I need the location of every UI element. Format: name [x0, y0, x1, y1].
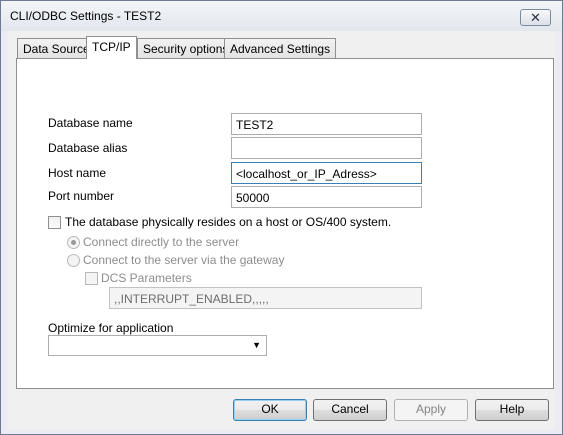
database-alias-field[interactable] [231, 137, 422, 159]
optimize-label: Optimize for application [48, 321, 174, 335]
connect-direct-radio[interactable] [67, 236, 80, 249]
dropdown-arrow-icon[interactable]: ▼ [252, 340, 261, 350]
tab-tcp-ip[interactable]: TCP/IP [86, 36, 137, 59]
host-system-label: The database physically resides on a hos… [65, 215, 392, 229]
settings-dialog: CLI/ODBC Settings - TEST2 ✕ Data Source … [0, 0, 563, 435]
tab-advanced-settings[interactable]: Advanced Settings [224, 38, 337, 58]
help-button[interactable]: Help [475, 399, 549, 421]
host-system-checkbox[interactable] [48, 216, 61, 229]
dcs-parameters-checkbox[interactable] [85, 272, 98, 285]
title-bar[interactable]: CLI/ODBC Settings - TEST2 ✕ [1, 1, 562, 31]
connect-direct-label: Connect directly to the server [83, 235, 240, 249]
database-alias-label: Database alias [48, 141, 128, 155]
cancel-button[interactable]: Cancel [313, 399, 387, 421]
tcp-ip-panel: Database name TEST2 Database alias Host … [16, 58, 554, 389]
host-name-field[interactable]: <localhost_or_IP_Adress> [231, 162, 422, 184]
tab-security-options[interactable]: Security options [137, 38, 235, 58]
database-name-label: Database name [48, 116, 133, 130]
dcs-parameters-label: DCS Parameters [101, 271, 192, 285]
close-icon: ✕ [530, 10, 541, 25]
connect-gateway-radio[interactable] [67, 254, 80, 267]
optimize-combobox[interactable]: ▼ [48, 335, 267, 356]
close-button[interactable]: ✕ [520, 9, 551, 26]
port-number-field[interactable]: 50000 [231, 186, 422, 208]
port-number-label: Port number [48, 189, 115, 203]
ok-button[interactable]: OK [233, 399, 307, 421]
connect-gateway-label: Connect to the server via the gateway [83, 253, 285, 267]
host-name-label: Host name [48, 166, 107, 180]
tab-data-source[interactable]: Data Source [17, 38, 96, 58]
apply-button[interactable]: Apply [394, 399, 468, 421]
dialog-body: Data Source TCP/IP Security options Adva… [8, 31, 555, 429]
database-name-field[interactable]: TEST2 [231, 113, 422, 135]
dcs-parameters-field[interactable]: ,,INTERRUPT_ENABLED,,,,, [109, 287, 422, 309]
window-title: CLI/ODBC Settings - TEST2 [10, 9, 162, 23]
